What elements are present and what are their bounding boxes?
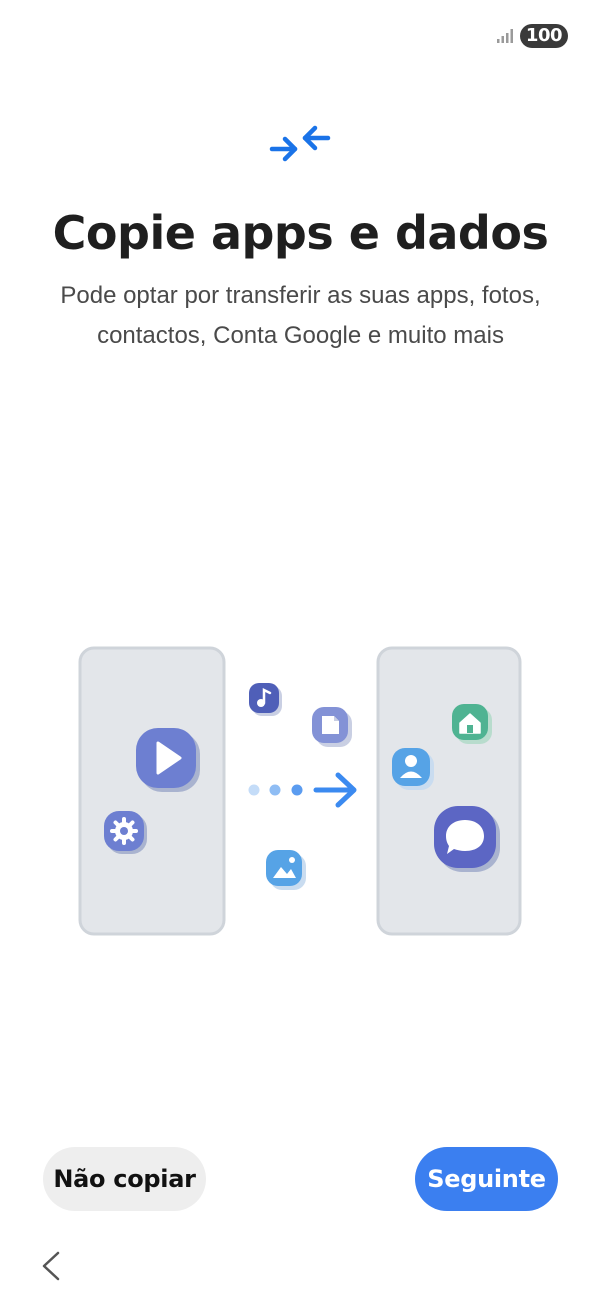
transfer-arrows-icon	[269, 125, 331, 162]
signal-bars-icon	[496, 29, 513, 43]
source-phone	[78, 646, 226, 936]
page-subtitle: Pode optar por transferir as suas apps, …	[60, 282, 541, 349]
play-icon	[136, 728, 200, 792]
page-title: Copie apps e dados	[52, 206, 549, 260]
battery-level-badge: 100	[519, 24, 568, 48]
transfer-illustration	[78, 646, 522, 936]
next-button[interactable]: Seguinte	[415, 1147, 558, 1211]
target-phone	[376, 646, 522, 936]
chat-bubble-icon	[434, 806, 500, 872]
settings-icon	[104, 811, 147, 854]
document-icon	[312, 707, 352, 747]
status-bar: 100	[496, 22, 568, 50]
music-note-icon	[249, 683, 282, 716]
transfer-arrow	[248, 772, 357, 808]
contact-icon	[392, 748, 434, 790]
skip-copy-button[interactable]: Não copiar	[43, 1147, 206, 1211]
home-icon	[452, 704, 492, 744]
back-chevron-icon[interactable]	[36, 1246, 68, 1286]
image-icon	[266, 850, 306, 890]
